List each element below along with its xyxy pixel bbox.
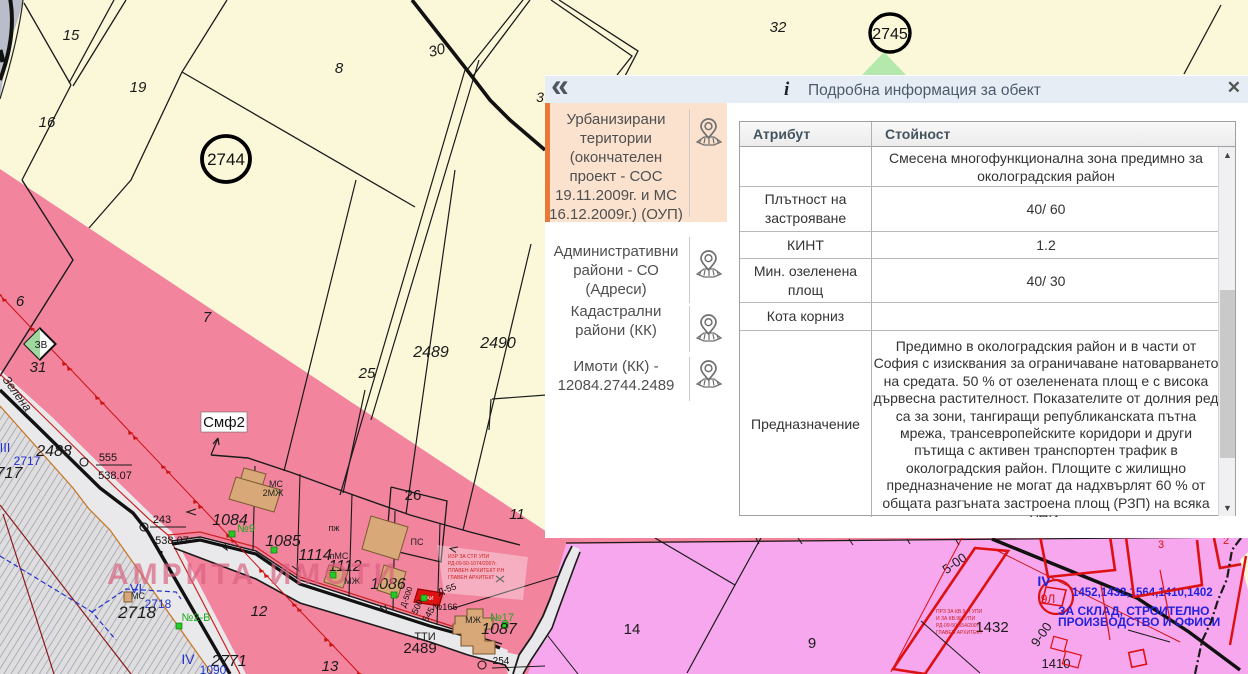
- svg-text:254: 254: [493, 656, 510, 667]
- svg-text:1090: 1090: [200, 663, 227, 674]
- svg-text:РД-09-50-554/2007: РД-09-50-554/2007: [936, 623, 980, 629]
- svg-text:III: III: [0, 440, 10, 455]
- svg-text:Смф2: Смф2: [203, 414, 245, 431]
- svg-text:7: 7: [203, 309, 212, 326]
- svg-text:2488: 2488: [35, 443, 72, 460]
- svg-text:АМРИТА ИМОТИ: АМРИТА ИМОТИ: [107, 558, 399, 591]
- svg-text:2745: 2745: [872, 26, 908, 43]
- svg-text:26: 26: [405, 487, 422, 504]
- svg-text:№166: №166: [433, 602, 458, 612]
- svg-text:14: 14: [624, 621, 641, 638]
- svg-text:№2-В: №2-В: [182, 612, 211, 624]
- svg-text:2МЖ: 2МЖ: [263, 488, 285, 498]
- svg-text:МЖ: МЖ: [465, 615, 481, 625]
- svg-text:717: 717: [0, 465, 23, 482]
- svg-text:пж: пж: [329, 523, 340, 533]
- svg-text:12: 12: [251, 603, 268, 620]
- svg-text:ГЛАВЕН АРХИТЕКТ: ГЛАВЕН АРХИТЕКТ: [936, 630, 982, 636]
- svg-text:IV: IV: [181, 651, 195, 667]
- svg-text:3: 3: [1158, 539, 1164, 551]
- svg-text:ПС: ПС: [411, 537, 424, 547]
- svg-text:243: 243: [153, 514, 171, 526]
- svg-text:1452,1432,1564,1410,1402: 1452,1432,1564,1410,1402: [1072, 587, 1213, 599]
- svg-text:9Л: 9Л: [1041, 592, 1056, 606]
- svg-text:2489: 2489: [412, 344, 449, 361]
- svg-text:32: 32: [770, 19, 787, 36]
- svg-text:ЗВ: ЗВ: [35, 340, 48, 351]
- svg-text:19: 19: [130, 79, 147, 96]
- svg-text:ПЛАВЕН АРХИТЕКТ Р.Н: ПЛАВЕН АРХИТЕКТ Р.Н: [448, 568, 505, 574]
- svg-text:25: 25: [358, 365, 376, 382]
- svg-text:538.07: 538.07: [155, 535, 189, 547]
- svg-text:РД-09-50-1074/2007г.: РД-09-50-1074/2007г.: [448, 561, 497, 567]
- svg-text:1084: 1084: [212, 512, 248, 529]
- svg-text:6: 6: [16, 293, 25, 310]
- svg-text:ТТИ: ТТИ: [414, 631, 435, 643]
- svg-text:538.07: 538.07: [98, 470, 132, 482]
- svg-text:1410: 1410: [1042, 656, 1071, 671]
- svg-text:2490: 2490: [479, 335, 516, 352]
- svg-text:1087: 1087: [481, 621, 518, 638]
- svg-text:2744: 2744: [207, 150, 245, 169]
- svg-text:11: 11: [509, 506, 525, 523]
- svg-text:16: 16: [39, 114, 56, 131]
- svg-text:И ЗА КВ.9М,УПИ: И ЗА КВ.9М,УПИ: [936, 616, 975, 622]
- svg-text:13: 13: [322, 658, 339, 674]
- svg-text:ПРЗ ЗА КВ.9 И УПИ: ПРЗ ЗА КВ.9 И УПИ: [936, 609, 983, 615]
- svg-text:2718: 2718: [117, 603, 156, 622]
- svg-text:555: 555: [99, 452, 117, 464]
- svg-text:ПРОИЗВОДСТВО И ОФИСИ: ПРОИЗВОДСТВО И ОФИСИ: [1058, 615, 1220, 629]
- svg-text:ГЛАВЕН АРХИТЕКТ: ГЛАВЕН АРХИТЕКТ: [448, 575, 494, 581]
- svg-text:31: 31: [30, 359, 47, 376]
- svg-text:3: 3: [536, 89, 544, 105]
- svg-text:1085: 1085: [265, 533, 301, 550]
- svg-text:ИЗР ЗА СТР. УПИ: ИЗР ЗА СТР. УПИ: [448, 554, 490, 560]
- svg-text:8: 8: [335, 60, 344, 77]
- svg-text:9: 9: [808, 635, 816, 652]
- svg-text:IV: IV: [1037, 573, 1051, 589]
- svg-text:15: 15: [63, 27, 80, 44]
